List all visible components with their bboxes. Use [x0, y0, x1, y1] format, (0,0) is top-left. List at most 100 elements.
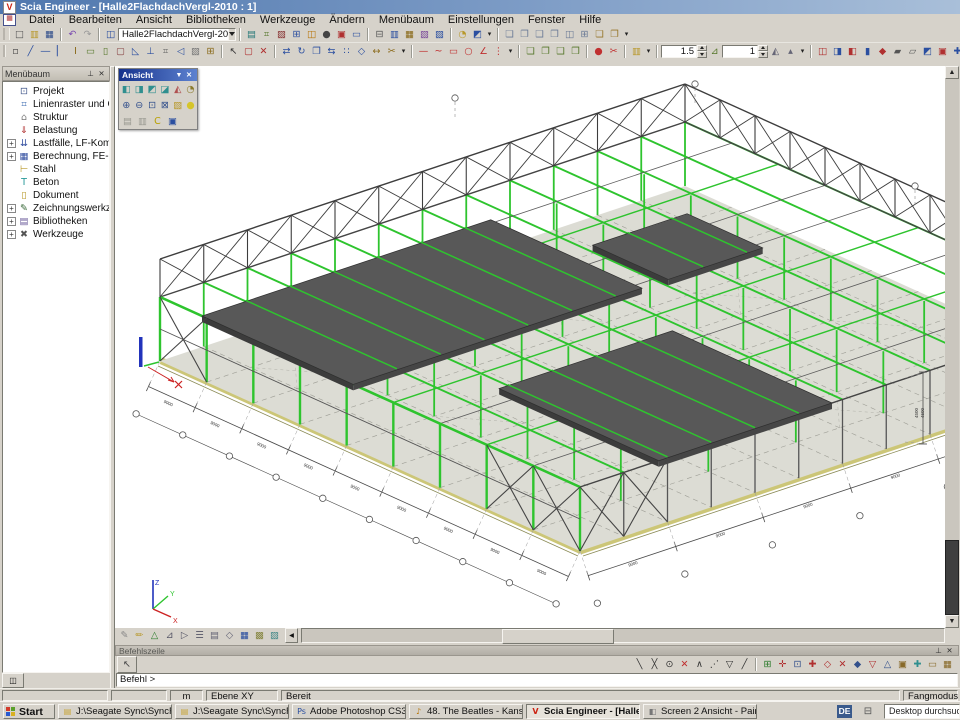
- circle-icon[interactable]: ○: [462, 45, 476, 58]
- snap-midpoint-icon[interactable]: ✚: [806, 658, 820, 671]
- snap-edge-icon[interactable]: ▭: [926, 658, 940, 671]
- line-grid-icon[interactable]: ⌗: [260, 28, 274, 41]
- new-icon[interactable]: □: [13, 28, 27, 41]
- expand-icon[interactable]: +: [7, 152, 16, 161]
- dropdown-arrow[interactable]: ▾: [507, 45, 515, 58]
- copy-view-icon[interactable]: ▥: [136, 115, 150, 128]
- tree-item-stahl[interactable]: ⊢Stahl: [3, 163, 109, 176]
- close-icon[interactable]: ✕: [944, 646, 955, 656]
- viewport-3-icon[interactable]: ❑: [554, 45, 568, 58]
- cut-icon[interactable]: ✂: [607, 45, 621, 58]
- array-icon[interactable]: ∷: [340, 45, 354, 58]
- material-icon[interactable]: ●: [320, 28, 334, 41]
- toolbar-grip[interactable]: [3, 45, 6, 57]
- print-icon[interactable]: ⊟: [373, 28, 387, 41]
- activity-icon[interactable]: ▭: [350, 28, 364, 41]
- tree-item-linienraster[interactable]: ⌗Linienraster und Geschosse: [3, 98, 109, 111]
- tree-item-struktur[interactable]: ⌂Struktur: [3, 111, 109, 124]
- polyline-icon[interactable]: ~: [432, 45, 446, 58]
- arrange-7-icon[interactable]: ❏: [593, 28, 607, 41]
- surface-icon[interactable]: △: [148, 629, 162, 642]
- arrange-3-icon[interactable]: ❑: [533, 28, 547, 41]
- weld-icon[interactable]: ▱: [906, 45, 920, 58]
- expand-icon[interactable]: +: [7, 139, 16, 148]
- language-indicator[interactable]: DE: [837, 705, 852, 718]
- tree-item-zeichnungswerkzeuge[interactable]: +✎Zeichnungswerkzeuge: [3, 202, 109, 215]
- save-icon[interactable]: ▦: [43, 28, 57, 41]
- copy-count-spinner[interactable]: 1: [722, 45, 768, 58]
- view-axo-icon[interactable]: ◪: [159, 83, 171, 96]
- single-check-icon[interactable]: ▣: [936, 45, 950, 58]
- select-cursor-icon[interactable]: ↖: [227, 45, 241, 58]
- profile-icon[interactable]: ▮: [861, 45, 875, 58]
- connection-icon[interactable]: ◆: [876, 45, 890, 58]
- open-icon[interactable]: ▥: [28, 28, 42, 41]
- line-icon[interactable]: —: [417, 45, 431, 58]
- rib-icon[interactable]: ⊥: [144, 45, 158, 58]
- measure-icon[interactable]: ⊿: [708, 45, 722, 58]
- member-icon[interactable]: ╱: [24, 45, 38, 58]
- task-scia-engineer[interactable]: VScia Engineer - [Halle...: [526, 704, 640, 719]
- print-preview-icon[interactable]: ▥: [388, 28, 402, 41]
- beam-icon[interactable]: ―: [39, 45, 53, 58]
- printer-icon[interactable]: ⊟: [861, 706, 875, 718]
- opening-icon[interactable]: ▢: [114, 45, 128, 58]
- wire-mode-icon[interactable]: ✎: [118, 629, 132, 642]
- combination-icon[interactable]: ⊞: [290, 28, 304, 41]
- project-settings-icon[interactable]: ▤: [245, 28, 259, 41]
- autodesign-icon[interactable]: ✚: [951, 45, 960, 58]
- dropdown-arrow[interactable]: ▾: [799, 45, 807, 58]
- status-cell-snap-mode[interactable]: Fangmodus: [903, 690, 958, 701]
- task-paint[interactable]: ◧Screen 2 Ansicht - Paint: [643, 704, 757, 719]
- snap-arc-icon[interactable]: ▽: [866, 658, 880, 671]
- snap-endpoint-icon[interactable]: ✛: [776, 658, 790, 671]
- scale-icon[interactable]: ◇: [355, 45, 369, 58]
- trim-icon[interactable]: ✂: [385, 45, 399, 58]
- zoom-in-icon[interactable]: ⊕: [121, 99, 133, 112]
- snap-peak-icon[interactable]: ∧: [693, 658, 707, 671]
- stretch-icon[interactable]: ↔: [370, 45, 384, 58]
- axo-view-icon[interactable]: ◭: [769, 45, 783, 58]
- chevron-down-icon[interactable]: ▼: [174, 72, 184, 79]
- snap-circle-icon[interactable]: ⊙: [663, 658, 677, 671]
- loads-display-icon[interactable]: ▩: [253, 629, 267, 642]
- plate-icon[interactable]: ▭: [84, 45, 98, 58]
- uls-check-icon[interactable]: ◨: [831, 45, 845, 58]
- expand-icon[interactable]: +: [7, 230, 16, 239]
- menu-item-datei[interactable]: Datei: [22, 14, 62, 26]
- expand-icon[interactable]: +: [7, 217, 16, 226]
- expand-icon[interactable]: +: [7, 204, 16, 213]
- mdi-document-icon[interactable]: ▦: [3, 14, 16, 26]
- befehlszeile-header[interactable]: Befehlszeile ⊥ ✕: [115, 645, 959, 656]
- snap-grid-icon[interactable]: ⋮: [492, 45, 506, 58]
- viewport-2-icon[interactable]: ❐: [539, 45, 553, 58]
- task-media-player[interactable]: ♪48. The Beatles - Kansas...: [409, 704, 523, 719]
- viewport-1-icon[interactable]: ❏: [524, 45, 538, 58]
- horizontal-scrollbar[interactable]: [301, 628, 945, 643]
- menu-item-ansicht[interactable]: Ansicht: [129, 14, 179, 26]
- snap-line-icon[interactable]: ╲: [633, 658, 647, 671]
- project-combo[interactable]: Halle2FlachdachVergl-20: [118, 28, 236, 41]
- copy-count-value[interactable]: 1: [722, 45, 758, 58]
- snap-tri-icon[interactable]: ▽: [723, 658, 737, 671]
- task-photoshop[interactable]: PsAdobe Photoshop CS3 E...: [292, 704, 406, 719]
- layers-icon[interactable]: ▤: [208, 629, 222, 642]
- spin-down[interactable]: [758, 51, 768, 58]
- pin-icon[interactable]: ⊥: [933, 646, 944, 656]
- tree-item-belastung[interactable]: ⇓Belastung: [3, 124, 109, 137]
- menu-item-bearbeiten[interactable]: Bearbeiten: [62, 14, 129, 26]
- arrange-4-icon[interactable]: ❒: [548, 28, 562, 41]
- menu-item-fenster[interactable]: Fenster: [521, 14, 572, 26]
- tree-item-beton[interactable]: TBeton: [3, 176, 109, 189]
- desktop-search-input[interactable]: Desktop durchsuchen: [884, 704, 960, 719]
- load-case-icon[interactable]: ▨: [275, 28, 289, 41]
- snap-intersect-icon[interactable]: ✕: [836, 658, 850, 671]
- vertical-scrollbar[interactable]: ▲ ▼: [945, 66, 959, 628]
- menubaum-tab[interactable]: ◫: [2, 673, 24, 688]
- clipboard-icon[interactable]: ◩: [471, 28, 485, 41]
- tree-item-berechnung[interactable]: +▦Berechnung, FE-Netz: [3, 150, 109, 163]
- gallery-icon[interactable]: ▧: [418, 28, 432, 41]
- local-axes-icon[interactable]: ▷: [178, 629, 192, 642]
- arrange-6-icon[interactable]: ⊞: [578, 28, 592, 41]
- clip-box-icon[interactable]: ▧: [172, 99, 184, 112]
